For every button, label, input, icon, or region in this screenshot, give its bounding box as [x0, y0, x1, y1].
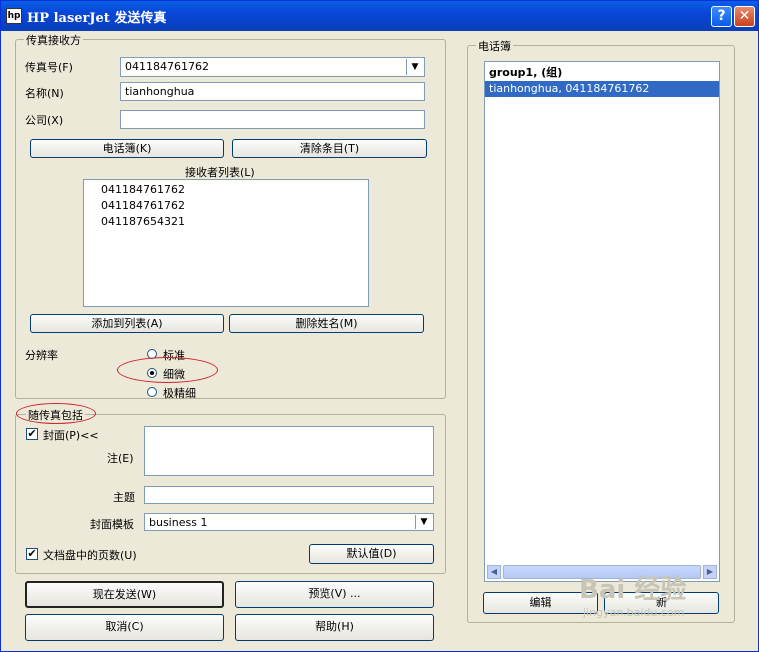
resolution-label: 分辨率 — [25, 349, 58, 362]
name-field[interactable]: tianhonghua — [120, 82, 425, 101]
help-icon[interactable]: ? — [711, 6, 732, 27]
fax-number-combo[interactable]: 041184761762 ▼ — [120, 57, 425, 77]
title-bar[interactable]: hp HP laserJet 发送传真 ? ✕ — [1, 1, 758, 31]
fax-number-value: 041184761762 — [125, 60, 209, 73]
clear-entry-button[interactable]: 清除条目(T) — [232, 139, 427, 158]
company-label: 公司(X) — [25, 114, 64, 127]
fax-dialog: hp HP laserJet 发送传真 ? ✕ 传真接收方 传真号(F) 041… — [0, 0, 759, 652]
recipient-list[interactable]: 041184761762 041184761762 041187654321 — [83, 179, 369, 307]
annotation-ellipse-includes — [16, 403, 96, 424]
template-value: business 1 — [149, 516, 208, 529]
template-label: 封面模板 — [90, 518, 134, 531]
recipient-list-label: 接收者列表(L) — [185, 166, 255, 179]
annotation-ellipse-resolution — [117, 357, 218, 383]
phonebook-entry-selected[interactable]: tianhonghua, 041184761762 — [485, 81, 719, 97]
page-count-checkbox[interactable]: ✔ — [26, 548, 38, 560]
resolution-superfine-label[interactable]: 极精细 — [163, 385, 196, 401]
template-combo[interactable]: business 1 ▼ — [144, 513, 434, 531]
preview-button[interactable]: 预览(V) ... — [235, 581, 434, 608]
phonebook-list[interactable]: group1, (组) tianhonghua, 041184761762 ◀ … — [484, 61, 720, 582]
list-item[interactable]: 041184761762 — [84, 198, 368, 214]
resolution-superfine-radio[interactable] — [147, 387, 157, 397]
phonebook-button[interactable]: 电话簿(K) — [30, 139, 224, 158]
chevron-down-icon[interactable]: ▼ — [406, 59, 423, 75]
close-icon[interactable]: ✕ — [734, 6, 755, 27]
scroll-left-icon[interactable]: ◀ — [487, 565, 501, 579]
phonebook-group-label: 电话簿 — [476, 38, 513, 54]
window-title: HP laserJet 发送传真 — [27, 11, 167, 26]
add-to-list-button[interactable]: 添加到列表(A) — [30, 314, 224, 333]
watermark-url: jingyan.baidu.com — [583, 606, 685, 619]
page-count-label[interactable]: 文档盘中的页数(U) — [43, 547, 137, 563]
list-item[interactable]: 041184761762 — [84, 182, 368, 198]
cover-page-checkbox[interactable]: ✔ — [26, 428, 38, 440]
cover-page-label[interactable]: 封面(P)<< — [43, 427, 99, 443]
phonebook-entry-group[interactable]: group1, (组) — [485, 65, 719, 81]
baidu-watermark: Bai 经验 jingyan.baidu.com — [579, 569, 686, 619]
help-button[interactable]: 帮助(H) — [235, 614, 434, 641]
company-field[interactable] — [120, 110, 425, 129]
defaults-button[interactable]: 默认值(D) — [309, 544, 434, 564]
send-now-button[interactable]: 现在发送(W) — [25, 581, 224, 608]
note-label: 注(E) — [107, 452, 134, 465]
recipient-group-label: 传真接收方 — [24, 32, 83, 48]
fax-number-label: 传真号(F) — [25, 61, 73, 74]
subject-field[interactable] — [144, 486, 434, 504]
scroll-right-icon[interactable]: ▶ — [703, 565, 717, 579]
list-item[interactable]: 041187654321 — [84, 214, 368, 230]
cancel-button[interactable]: 取消(C) — [25, 614, 224, 641]
subject-label: 主题 — [113, 491, 135, 504]
watermark-logo: Bai 经验 — [579, 575, 687, 605]
chevron-down-icon[interactable]: ▼ — [415, 515, 432, 529]
hp-app-icon: hp — [6, 8, 22, 24]
note-field[interactable] — [144, 426, 434, 476]
name-label: 名称(N) — [25, 87, 64, 100]
remove-name-button[interactable]: 删除姓名(M) — [229, 314, 424, 333]
